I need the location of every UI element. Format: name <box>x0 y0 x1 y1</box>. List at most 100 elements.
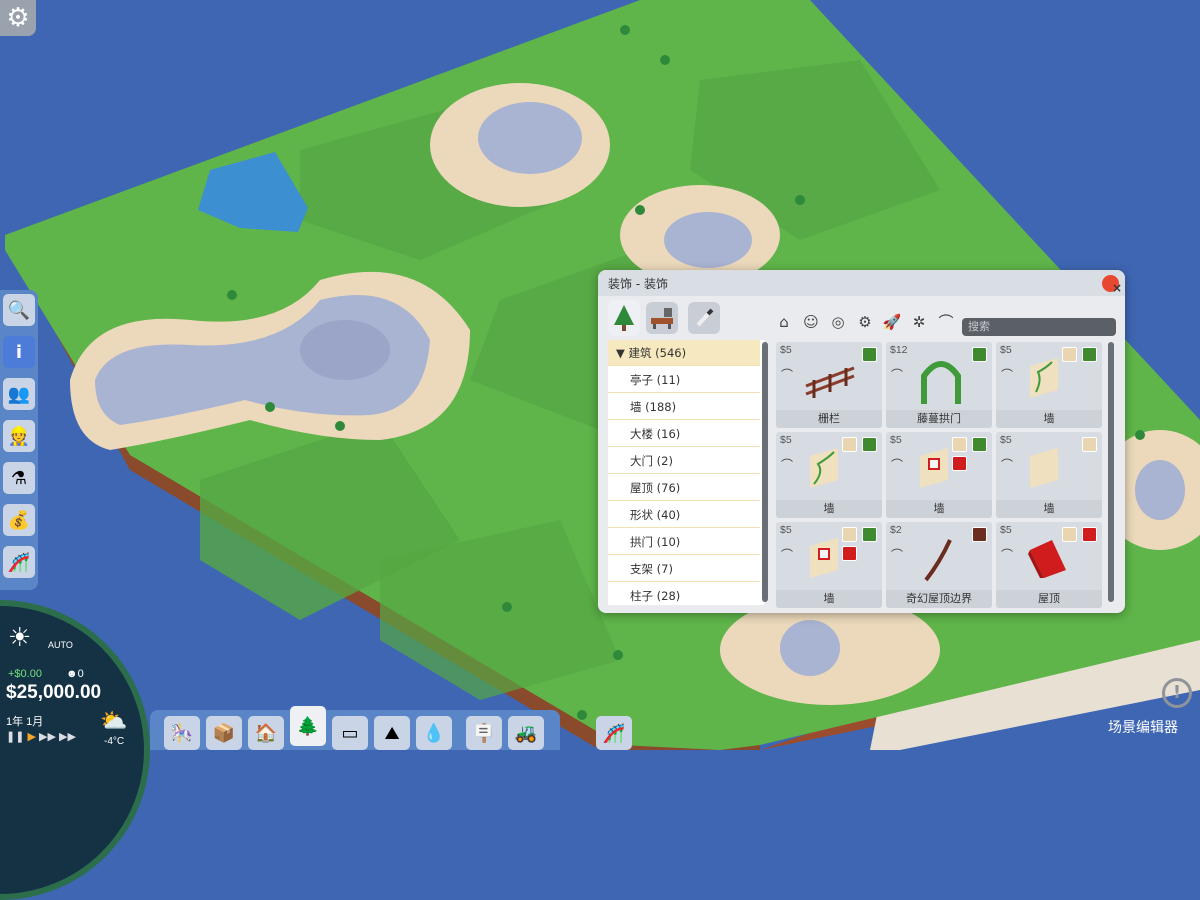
item-card[interactable]: $5 ⌒ 墙 <box>996 432 1102 518</box>
item-name: 墙 <box>776 500 882 518</box>
item-price: $5 <box>780 434 792 446</box>
wall-vine-icon <box>810 448 838 488</box>
item-name: 墙 <box>776 590 882 608</box>
tab-eyedropper[interactable] <box>688 302 720 334</box>
filter-gears[interactable]: ⚙ <box>855 312 875 332</box>
magnifier-button[interactable]: 🔍 <box>3 294 35 326</box>
color-swatch[interactable] <box>952 456 967 471</box>
magnifier-icon: 🔍 <box>7 299 31 321</box>
date-label: 1年 1月 <box>6 716 44 728</box>
info-button[interactable]: i <box>3 336 35 368</box>
filter-target[interactable]: ◎ <box>828 312 848 332</box>
item-card[interactable]: $5 ⌒ 墙 <box>776 522 882 608</box>
item-card[interactable]: $5 ⌒ 墙 <box>996 342 1102 428</box>
color-swatch[interactable] <box>952 437 967 452</box>
window-title: 装饰 - 装饰 <box>608 277 668 291</box>
category-building[interactable]: ▼ 建筑 (546) <box>608 340 760 366</box>
close-button[interactable]: × <box>1102 275 1122 295</box>
item-scrollbar[interactable] <box>1108 342 1114 602</box>
park-button[interactable]: 🎢 <box>3 546 35 578</box>
color-swatch[interactable] <box>1082 437 1097 452</box>
color-swatch[interactable] <box>972 437 987 452</box>
item-card[interactable]: $5 ⌒ 墙 <box>776 432 882 518</box>
mushroom-icon: ⌒ <box>781 458 794 472</box>
filter-star-gear[interactable]: ✲ <box>909 312 929 332</box>
category-scrollbar[interactable] <box>762 342 768 602</box>
facilities-button[interactable]: 🏠 <box>248 716 284 750</box>
color-swatch[interactable] <box>1082 527 1097 542</box>
tab-objects[interactable] <box>646 302 678 334</box>
search-input[interactable]: 搜索 <box>962 318 1116 336</box>
tab-trees[interactable] <box>608 300 640 336</box>
money-amount: $25,000.00 <box>6 682 102 703</box>
color-swatch[interactable] <box>972 347 987 362</box>
category-item[interactable]: 大门 (2) <box>608 448 760 474</box>
terrain-button[interactable]: ⛰ <box>374 716 410 750</box>
pause-icon[interactable]: ❚❚ <box>6 731 24 743</box>
filter-house[interactable]: ⌂ <box>774 312 794 332</box>
category-item[interactable]: 柱子 (28) <box>608 583 760 605</box>
mushroom-icon: ⌒ <box>891 368 904 382</box>
box-icon: 📦 <box>212 722 236 744</box>
temperature: -4°C <box>104 736 125 747</box>
staff-icon: 👷 <box>7 425 31 447</box>
category-item[interactable]: 支架 (7) <box>608 556 760 582</box>
park-overview-button[interactable]: 🎢 <box>596 716 632 750</box>
decoration-button[interactable]: 🌲 <box>290 706 326 746</box>
paths-button[interactable]: ▭ <box>332 716 368 750</box>
filter-rocket[interactable]: 🚀 <box>882 312 902 332</box>
category-item[interactable]: 亭子 (11) <box>608 367 760 393</box>
research-button[interactable]: ⚗ <box>3 462 35 494</box>
color-swatch[interactable] <box>1062 347 1077 362</box>
flask-icon: ⚗ <box>10 467 28 489</box>
finance-button[interactable]: 💰 <box>3 504 35 536</box>
mushroom-icon: ⌒ <box>1001 458 1014 472</box>
color-swatch[interactable] <box>842 437 857 452</box>
color-swatch[interactable] <box>972 527 987 542</box>
play-icon[interactable]: ▶ <box>28 731 36 743</box>
bulldozer-button[interactable]: 🚜 <box>508 716 544 750</box>
gears-icon: ⚙ <box>858 313 872 331</box>
color-swatch[interactable] <box>1062 527 1077 542</box>
category-item[interactable]: 墙 (188) <box>608 394 760 420</box>
category-item[interactable]: 大楼 (16) <box>608 421 760 447</box>
staff-button[interactable]: 👷 <box>3 420 35 452</box>
color-swatch[interactable] <box>842 527 857 542</box>
settings-button[interactable]: ⚙ <box>0 0 36 36</box>
color-swatch[interactable] <box>842 546 857 561</box>
color-swatch[interactable] <box>862 347 877 362</box>
item-price: $5 <box>780 344 792 356</box>
category-item[interactable]: 拱门 (10) <box>608 529 760 555</box>
filter-face[interactable]: ☺ <box>801 312 821 332</box>
color-swatch[interactable] <box>1082 347 1097 362</box>
close-icon: × <box>1112 281 1123 295</box>
item-card[interactable]: $2 ⌒ 奇幻屋顶边界 <box>886 522 992 608</box>
color-swatch[interactable] <box>862 437 877 452</box>
fastest-icon[interactable]: ▶▶ <box>59 731 76 743</box>
wall-window-icon <box>810 538 838 578</box>
item-name: 屋顶 <box>996 590 1102 608</box>
speed-controls[interactable]: ❚❚ ▶ ▶▶ ▶▶ <box>6 730 76 743</box>
rocket-icon: 🚀 <box>882 313 902 331</box>
category-item[interactable]: 形状 (40) <box>608 502 760 528</box>
window-titlebar[interactable]: 装饰 - 装饰 × <box>598 270 1125 296</box>
info-icon[interactable]: ! <box>1162 678 1192 708</box>
item-card[interactable]: $5 ⌒ 栅栏 <box>776 342 882 428</box>
water-button[interactable]: 💧 <box>416 716 452 750</box>
item-card[interactable]: $5 ⌒ 屋顶 <box>996 522 1102 608</box>
mushroom-icon: ⌒ <box>891 548 904 562</box>
color-swatch[interactable] <box>862 527 877 542</box>
sun-icon[interactable]: ☀ <box>8 622 31 653</box>
category-item[interactable]: 屋顶 (76) <box>608 475 760 501</box>
weather-mode[interactable]: AUTO <box>48 640 73 650</box>
fast-icon[interactable]: ▶▶ <box>39 731 56 743</box>
filter-mushroom[interactable]: ⌒ <box>936 312 956 332</box>
rides-button[interactable]: 🎠 <box>164 716 200 750</box>
item-card[interactable]: $5 ⌒ 墙 <box>886 432 992 518</box>
item-price: $2 <box>890 524 902 536</box>
item-card[interactable]: $12 ⌒ 藤蔓拱门 <box>886 342 992 428</box>
scenario-button[interactable]: 🪧 <box>466 716 502 750</box>
shops-button[interactable]: 📦 <box>206 716 242 750</box>
guests-button[interactable]: 👥 <box>3 378 35 410</box>
building-icon: 🏠 <box>254 722 278 744</box>
